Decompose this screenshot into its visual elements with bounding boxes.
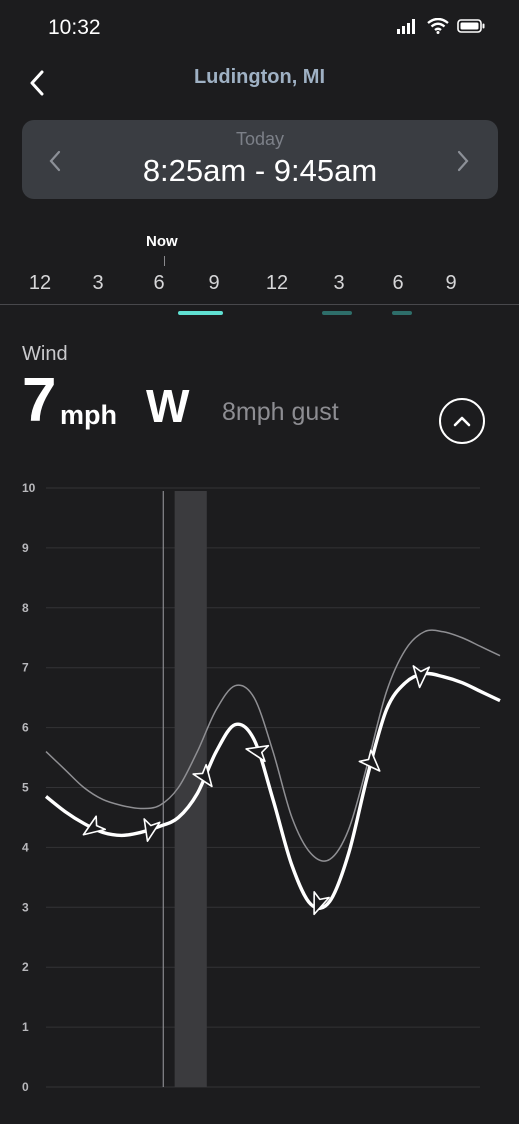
y-tick-label: 3: [22, 900, 29, 914]
y-tick-label: 4: [22, 840, 29, 854]
collapse-button[interactable]: [439, 398, 485, 444]
timeline-hour[interactable]: 12: [266, 272, 288, 295]
wind-gust: 8mph gust: [222, 398, 339, 426]
timeline-hour[interactable]: 3: [333, 272, 344, 295]
timeline-hour[interactable]: 9: [208, 272, 219, 295]
chevron-right-icon: [457, 150, 469, 172]
y-tick-label: 6: [22, 721, 29, 735]
wifi-icon: [427, 17, 449, 39]
timeline-hour[interactable]: 6: [392, 272, 403, 295]
selector-day: Today: [235, 129, 285, 149]
page-title: Ludington, MI: [193, 66, 326, 88]
now-tick: [164, 256, 165, 266]
now-label: Now: [146, 233, 178, 250]
status-time: 10:32: [48, 16, 101, 39]
timeline-divider: [0, 304, 519, 305]
y-tick-label: 5: [22, 781, 29, 795]
timeline-marker[interactable]: [392, 311, 412, 315]
y-tick-label: 9: [22, 541, 29, 555]
battery-icon: [457, 19, 485, 38]
next-range-button[interactable]: [448, 146, 478, 176]
wind-speed-line: [44, 671, 501, 910]
y-tick-label: 2: [22, 960, 29, 974]
chevron-up-icon: [453, 416, 471, 427]
timeline-marker[interactable]: [322, 311, 352, 315]
timeline-hour[interactable]: 12: [29, 272, 51, 295]
y-tick-label: 0: [22, 1080, 29, 1094]
wind-unit: mph: [60, 400, 117, 430]
timeline-marker-active[interactable]: [178, 311, 223, 315]
time-range-selector: Today 8:25am - 9:45am: [22, 120, 498, 199]
arrow-shape: [82, 815, 107, 836]
arrow-shape: [358, 749, 381, 772]
y-tick-label: 10: [22, 481, 36, 495]
chevron-left-icon: [49, 150, 61, 172]
gust-line: [45, 629, 501, 862]
timeline-hour[interactable]: 6: [153, 272, 164, 295]
status-icons: [397, 17, 485, 39]
wind-direction: W: [146, 380, 190, 432]
selector-range: 8:25am - 9:45am: [142, 153, 378, 188]
timeline-hour[interactable]: 9: [445, 272, 456, 295]
previous-range-button[interactable]: [40, 146, 70, 176]
timeline-hour[interactable]: 3: [92, 272, 103, 295]
y-tick-label: 1: [22, 1020, 29, 1034]
wind-label: Wind: [22, 343, 68, 365]
y-tick-label: 8: [22, 601, 29, 615]
wind-chart: 109876543210: [22, 481, 501, 1094]
wind-speed: 7: [22, 366, 57, 435]
wind-direction-arrow-icon: [82, 815, 107, 836]
cellular-signal-icon: [397, 18, 419, 39]
selected-window-band: [174, 490, 207, 1087]
wind-direction-arrow-icon: [358, 749, 381, 772]
y-tick-label: 7: [22, 661, 29, 675]
